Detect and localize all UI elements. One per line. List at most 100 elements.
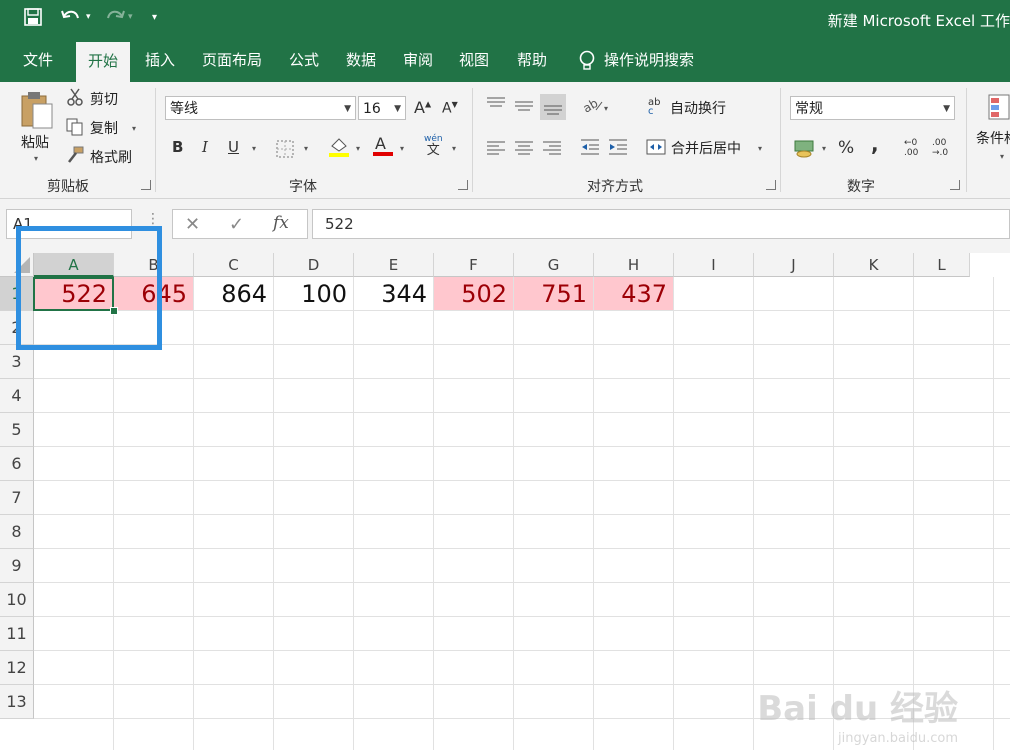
undo-dropdown-icon[interactable]: ▾ [86, 12, 91, 22]
clipboard-launcher-icon[interactable] [141, 180, 151, 190]
row-header-3[interactable]: 3 [0, 345, 34, 379]
column-header-j[interactable]: J [754, 253, 834, 277]
orientation-dropdown-icon[interactable]: ▾ [604, 104, 608, 113]
align-top-icon[interactable] [486, 96, 506, 116]
enter-check-icon[interactable]: ✓ [229, 214, 244, 235]
grow-font-icon[interactable]: A▲ [414, 98, 431, 117]
copy-dropdown-icon[interactable]: ▾ [132, 124, 136, 133]
cell-g1[interactable]: 751 [514, 277, 594, 311]
align-center-icon[interactable] [514, 140, 534, 160]
save-icon[interactable] [24, 8, 42, 30]
column-header-e[interactable]: E [354, 253, 434, 277]
redo-icon[interactable] [104, 8, 126, 30]
insert-function-button[interactable]: fx [273, 213, 289, 233]
cut-icon[interactable] [66, 88, 84, 110]
underline-button[interactable]: U [228, 138, 239, 156]
merge-center-icon[interactable] [646, 138, 666, 160]
paste-dropdown-icon[interactable]: ▾ [34, 154, 38, 163]
tab-page-layout[interactable]: 页面布局 [196, 40, 268, 82]
tab-review[interactable]: 审阅 [394, 40, 442, 82]
row-header-5[interactable]: 5 [0, 413, 34, 447]
row-header-12[interactable]: 12 [0, 651, 34, 685]
fill-color-dropdown-icon[interactable]: ▾ [356, 144, 360, 153]
paste-icon[interactable] [20, 90, 54, 134]
column-header-l[interactable]: L [914, 253, 970, 277]
row-header-9[interactable]: 9 [0, 549, 34, 583]
tab-home[interactable]: 开始 [76, 42, 130, 82]
align-right-icon[interactable] [542, 140, 562, 160]
decrease-indent-icon[interactable] [580, 138, 600, 160]
accounting-format-icon[interactable] [794, 138, 816, 162]
cell-h1[interactable]: 437 [594, 277, 674, 311]
cut-button[interactable]: 剪切 [90, 89, 118, 109]
tab-help[interactable]: 帮助 [508, 40, 556, 82]
number-format-select[interactable]: 常规 ▼ [790, 96, 955, 120]
merge-center-button[interactable]: 合并后居中 [671, 138, 741, 158]
format-painter-button[interactable]: 格式刷 [90, 147, 132, 167]
column-header-g[interactable]: G [514, 253, 594, 277]
conditional-formatting-icon[interactable] [988, 94, 1010, 124]
customize-qat-icon[interactable]: ▾ [152, 12, 157, 23]
italic-button[interactable]: I [202, 138, 208, 156]
column-header-d[interactable]: D [274, 253, 354, 277]
decrease-decimal-icon[interactable]: .00 →.0 [932, 138, 948, 158]
align-bottom-icon[interactable] [540, 94, 566, 120]
increase-indent-icon[interactable] [608, 138, 628, 160]
cell-c1[interactable]: 864 [194, 277, 274, 311]
borders-icon[interactable] [276, 140, 294, 162]
tab-file[interactable]: 文件 [14, 40, 62, 82]
copy-icon[interactable] [66, 118, 84, 140]
cell-e1[interactable]: 344 [354, 277, 434, 311]
row-header-7[interactable]: 7 [0, 481, 34, 515]
borders-dropdown-icon[interactable]: ▾ [304, 144, 308, 153]
alignment-launcher-icon[interactable] [766, 180, 776, 190]
conditional-dropdown-icon[interactable]: ▾ [1000, 152, 1004, 161]
conditional-formatting-button[interactable]: 条件格 [976, 128, 1010, 148]
column-header-f[interactable]: F [434, 253, 514, 277]
redo-dropdown-icon[interactable]: ▾ [128, 12, 133, 22]
row-header-13[interactable]: 13 [0, 685, 34, 719]
shrink-font-icon[interactable]: A▼ [442, 100, 458, 117]
column-header-c[interactable]: C [194, 253, 274, 277]
formula-bar-options-icon[interactable]: ⋮ [146, 211, 160, 227]
tab-formulas[interactable]: 公式 [280, 40, 328, 82]
tell-me-search[interactable]: 操作说明搜索 [604, 40, 710, 82]
comma-button[interactable]: , [871, 132, 879, 156]
font-color-icon[interactable]: A [372, 134, 394, 162]
undo-icon[interactable] [60, 8, 82, 30]
cancel-icon[interactable]: ✕ [185, 214, 200, 235]
font-size-select[interactable]: 16 ▼ [358, 96, 406, 120]
accounting-dropdown-icon[interactable]: ▾ [822, 144, 826, 153]
paste-label[interactable]: 粘贴 [21, 132, 49, 152]
percent-button[interactable]: % [838, 138, 854, 158]
bold-button[interactable]: B [172, 138, 183, 156]
tab-view[interactable]: 视图 [450, 40, 498, 82]
format-painter-icon[interactable] [66, 146, 84, 168]
formula-input[interactable]: 522 [312, 209, 1010, 239]
number-launcher-icon[interactable] [950, 180, 960, 190]
row-header-11[interactable]: 11 [0, 617, 34, 651]
wrap-text-button[interactable]: 自动换行 [670, 98, 726, 118]
increase-decimal-icon[interactable]: ←0.00 [904, 138, 918, 158]
phonetic-guide-icon[interactable]: wén 文 [424, 134, 443, 158]
orientation-icon[interactable]: ab [580, 96, 604, 118]
wrap-text-icon[interactable]: ab c [648, 98, 660, 117]
merge-dropdown-icon[interactable]: ▾ [758, 144, 762, 153]
cell-d1[interactable]: 100 [274, 277, 354, 311]
phonetic-dropdown-icon[interactable]: ▾ [452, 144, 456, 153]
column-header-k[interactable]: K [834, 253, 914, 277]
row-header-10[interactable]: 10 [0, 583, 34, 617]
column-header-i[interactable]: I [674, 253, 754, 277]
column-header-h[interactable]: H [594, 253, 674, 277]
font-color-dropdown-icon[interactable]: ▾ [400, 144, 404, 153]
tab-data[interactable]: 数据 [337, 40, 385, 82]
font-launcher-icon[interactable] [458, 180, 468, 190]
row-header-8[interactable]: 8 [0, 515, 34, 549]
cell-f1[interactable]: 502 [434, 277, 514, 311]
copy-button[interactable]: 复制 [90, 118, 118, 138]
fill-color-icon[interactable] [328, 136, 350, 162]
tab-insert[interactable]: 插入 [136, 40, 184, 82]
underline-dropdown-icon[interactable]: ▾ [252, 144, 256, 153]
font-name-select[interactable]: 等线 ▼ [165, 96, 356, 120]
row-header-4[interactable]: 4 [0, 379, 34, 413]
